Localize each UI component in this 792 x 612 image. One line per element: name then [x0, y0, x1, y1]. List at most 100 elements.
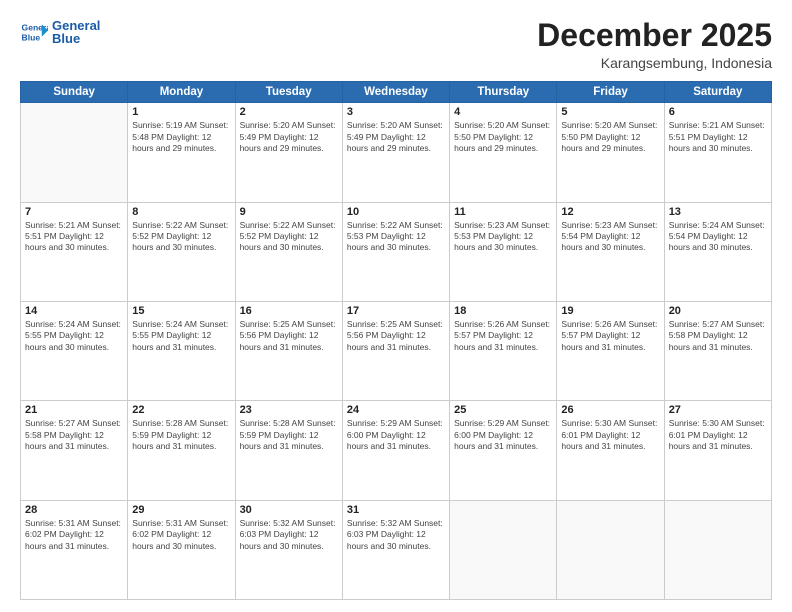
- day-info: Sunrise: 5:29 AM Sunset: 6:00 PM Dayligh…: [454, 418, 552, 452]
- day-info: Sunrise: 5:19 AM Sunset: 5:48 PM Dayligh…: [132, 120, 230, 154]
- day-info: Sunrise: 5:31 AM Sunset: 6:02 PM Dayligh…: [25, 518, 123, 552]
- day-info: Sunrise: 5:25 AM Sunset: 5:56 PM Dayligh…: [240, 319, 338, 353]
- calendar-cell: 14 Sunrise: 5:24 AM Sunset: 5:55 PM Dayli…: [21, 301, 128, 400]
- col-header-tuesday: Tuesday: [235, 82, 342, 103]
- calendar-cell: 18 Sunrise: 5:26 AM Sunset: 5:57 PM Dayli…: [450, 301, 557, 400]
- day-info: Sunrise: 5:23 AM Sunset: 5:54 PM Dayligh…: [561, 220, 659, 254]
- calendar-row-1: 1 Sunrise: 5:19 AM Sunset: 5:48 PM Daylig…: [21, 103, 772, 202]
- day-number: 30: [240, 504, 338, 516]
- day-number: 31: [347, 504, 445, 516]
- day-number: 25: [454, 404, 552, 416]
- calendar-cell: 11Sunrise: 5:23 AM Sunset: 5:53 PM Dayli…: [450, 202, 557, 301]
- day-info: Sunrise: 5:30 AM Sunset: 6:01 PM Dayligh…: [561, 418, 659, 452]
- day-number: 27: [669, 404, 767, 416]
- day-number: 3: [347, 106, 445, 118]
- day-info: Sunrise: 5:26 AM Sunset: 5:57 PM Dayligh…: [561, 319, 659, 353]
- day-number: 28: [25, 504, 123, 516]
- calendar-cell: 30Sunrise: 5:32 AM Sunset: 6:03 PM Dayli…: [235, 500, 342, 599]
- calendar-cell: 8Sunrise: 5:22 AM Sunset: 5:52 PM Daylig…: [128, 202, 235, 301]
- calendar-cell: 5 Sunrise: 5:20 AM Sunset: 5:50 PM Daylig…: [557, 103, 664, 202]
- day-number: 7: [25, 206, 123, 218]
- day-number: 1: [132, 106, 230, 118]
- calendar-cell: 22Sunrise: 5:28 AM Sunset: 5:59 PM Dayli…: [128, 401, 235, 500]
- day-number: 14: [25, 305, 123, 317]
- calendar-header-row: Sunday Monday Tuesday Wednesday Thursday…: [21, 82, 772, 103]
- day-number: 22: [132, 404, 230, 416]
- day-info: Sunrise: 5:20 AM Sunset: 5:50 PM Dayligh…: [561, 120, 659, 154]
- month-title: December 2025: [537, 18, 772, 53]
- day-info: Sunrise: 5:22 AM Sunset: 5:53 PM Dayligh…: [347, 220, 445, 254]
- day-info: Sunrise: 5:26 AM Sunset: 5:57 PM Dayligh…: [454, 319, 552, 353]
- day-info: Sunrise: 5:22 AM Sunset: 5:52 PM Dayligh…: [132, 220, 230, 254]
- day-number: 17: [347, 305, 445, 317]
- col-header-wednesday: Wednesday: [342, 82, 449, 103]
- day-info: Sunrise: 5:31 AM Sunset: 6:02 PM Dayligh…: [132, 518, 230, 552]
- calendar-cell: 26 Sunrise: 5:30 AM Sunset: 6:01 PM Dayli…: [557, 401, 664, 500]
- day-number: 19: [561, 305, 659, 317]
- calendar-cell: 31 Sunrise: 5:32 AM Sunset: 6:03 PM Dayli…: [342, 500, 449, 599]
- calendar-cell: 23 Sunrise: 5:28 AM Sunset: 5:59 PM Dayli…: [235, 401, 342, 500]
- day-info: Sunrise: 5:22 AM Sunset: 5:52 PM Dayligh…: [240, 220, 338, 254]
- calendar-table: Sunday Monday Tuesday Wednesday Thursday…: [20, 81, 772, 600]
- calendar-cell: 19 Sunrise: 5:26 AM Sunset: 5:57 PM Dayli…: [557, 301, 664, 400]
- day-number: 24: [347, 404, 445, 416]
- day-number: 9: [240, 206, 338, 218]
- day-info: Sunrise: 5:28 AM Sunset: 5:59 PM Dayligh…: [240, 418, 338, 452]
- header: General Blue General Blue December 2025 …: [20, 18, 772, 71]
- logo-icon: General Blue: [20, 18, 48, 46]
- col-header-sunday: Sunday: [21, 82, 128, 103]
- calendar-cell: 9 Sunrise: 5:22 AM Sunset: 5:52 PM Daylig…: [235, 202, 342, 301]
- day-info: Sunrise: 5:20 AM Sunset: 5:49 PM Dayligh…: [240, 120, 338, 154]
- location-subtitle: Karangsembung, Indonesia: [537, 55, 772, 71]
- day-info: Sunrise: 5:20 AM Sunset: 5:50 PM Dayligh…: [454, 120, 552, 154]
- day-info: Sunrise: 5:25 AM Sunset: 5:56 PM Dayligh…: [347, 319, 445, 353]
- calendar-cell: [21, 103, 128, 202]
- calendar-cell: [664, 500, 771, 599]
- day-info: Sunrise: 5:21 AM Sunset: 5:51 PM Dayligh…: [25, 220, 123, 254]
- calendar-cell: 13 Sunrise: 5:24 AM Sunset: 5:54 PM Dayli…: [664, 202, 771, 301]
- day-info: Sunrise: 5:24 AM Sunset: 5:55 PM Dayligh…: [25, 319, 123, 353]
- col-header-saturday: Saturday: [664, 82, 771, 103]
- svg-text:Blue: Blue: [22, 33, 41, 43]
- col-header-monday: Monday: [128, 82, 235, 103]
- calendar-cell: 20Sunrise: 5:27 AM Sunset: 5:58 PM Dayli…: [664, 301, 771, 400]
- calendar-cell: 17 Sunrise: 5:25 AM Sunset: 5:56 PM Dayli…: [342, 301, 449, 400]
- calendar-cell: 4 Sunrise: 5:20 AM Sunset: 5:50 PM Daylig…: [450, 103, 557, 202]
- calendar-cell: [450, 500, 557, 599]
- day-number: 23: [240, 404, 338, 416]
- day-number: 12: [561, 206, 659, 218]
- calendar-cell: 21Sunrise: 5:27 AM Sunset: 5:58 PM Dayli…: [21, 401, 128, 500]
- calendar-row-3: 14 Sunrise: 5:24 AM Sunset: 5:55 PM Dayli…: [21, 301, 772, 400]
- day-number: 4: [454, 106, 552, 118]
- title-block: December 2025 Karangsembung, Indonesia: [537, 18, 772, 71]
- day-number: 5: [561, 106, 659, 118]
- calendar-cell: 25 Sunrise: 5:29 AM Sunset: 6:00 PM Dayli…: [450, 401, 557, 500]
- calendar-cell: 7 Sunrise: 5:21 AM Sunset: 5:51 PM Daylig…: [21, 202, 128, 301]
- day-number: 6: [669, 106, 767, 118]
- calendar-cell: 3Sunrise: 5:20 AM Sunset: 5:49 PM Daylig…: [342, 103, 449, 202]
- day-number: 10: [347, 206, 445, 218]
- calendar-cell: 27 Sunrise: 5:30 AM Sunset: 6:01 PM Dayli…: [664, 401, 771, 500]
- calendar-body: 1 Sunrise: 5:19 AM Sunset: 5:48 PM Daylig…: [21, 103, 772, 600]
- day-info: Sunrise: 5:21 AM Sunset: 5:51 PM Dayligh…: [669, 120, 767, 154]
- day-number: 13: [669, 206, 767, 218]
- col-header-friday: Friday: [557, 82, 664, 103]
- day-number: 21: [25, 404, 123, 416]
- logo-text-blue: Blue: [52, 32, 100, 45]
- calendar-row-5: 28 Sunrise: 5:31 AM Sunset: 6:02 PM Dayli…: [21, 500, 772, 599]
- calendar-cell: [557, 500, 664, 599]
- calendar-cell: 10 Sunrise: 5:22 AM Sunset: 5:53 PM Dayli…: [342, 202, 449, 301]
- page: General Blue General Blue December 2025 …: [0, 0, 792, 612]
- day-number: 18: [454, 305, 552, 317]
- logo: General Blue General Blue: [20, 18, 100, 46]
- day-info: Sunrise: 5:23 AM Sunset: 5:53 PM Dayligh…: [454, 220, 552, 254]
- day-info: Sunrise: 5:24 AM Sunset: 5:54 PM Dayligh…: [669, 220, 767, 254]
- calendar-cell: 2Sunrise: 5:20 AM Sunset: 5:49 PM Daylig…: [235, 103, 342, 202]
- day-info: Sunrise: 5:32 AM Sunset: 6:03 PM Dayligh…: [347, 518, 445, 552]
- day-info: Sunrise: 5:30 AM Sunset: 6:01 PM Dayligh…: [669, 418, 767, 452]
- calendar-row-2: 7 Sunrise: 5:21 AM Sunset: 5:51 PM Daylig…: [21, 202, 772, 301]
- day-number: 26: [561, 404, 659, 416]
- day-number: 29: [132, 504, 230, 516]
- calendar-cell: 12 Sunrise: 5:23 AM Sunset: 5:54 PM Dayli…: [557, 202, 664, 301]
- calendar-cell: 29 Sunrise: 5:31 AM Sunset: 6:02 PM Dayli…: [128, 500, 235, 599]
